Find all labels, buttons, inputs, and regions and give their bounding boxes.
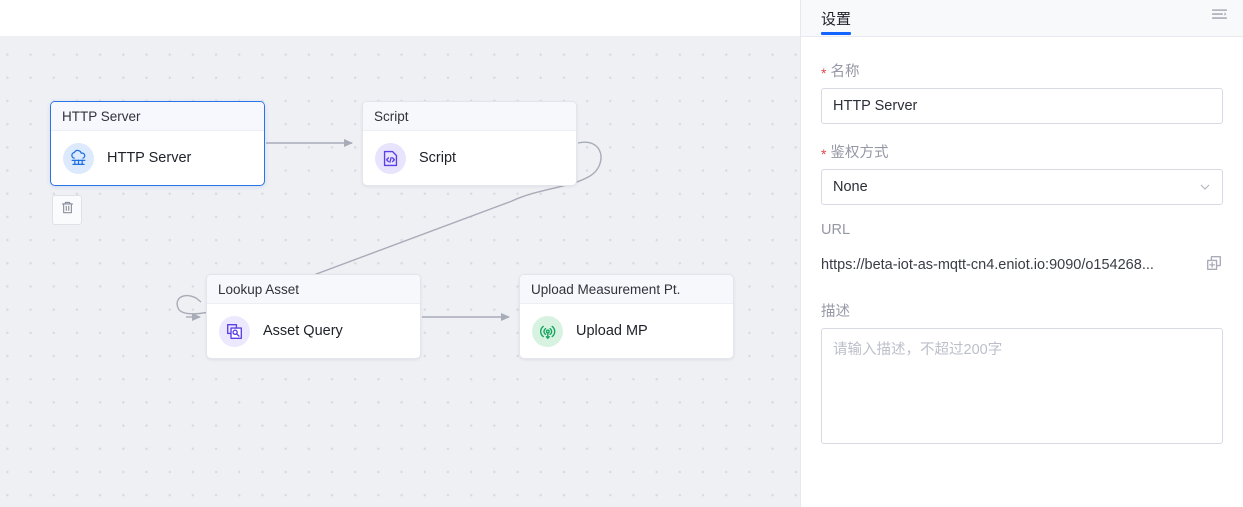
flow-node-label: HTTP Server bbox=[107, 150, 192, 166]
panel-expand-icon bbox=[1210, 6, 1229, 30]
field-description-label: 描述 bbox=[821, 300, 1223, 321]
flow-node-label: Upload MP bbox=[576, 323, 648, 339]
trash-icon bbox=[60, 200, 75, 220]
flow-canvas-area: HTTP Server HTTP Server Script Script Lo… bbox=[0, 0, 800, 507]
flow-node-upload-mp[interactable]: Upload Measurement Pt. Upload MP bbox=[519, 274, 734, 359]
field-auth-method-label: * 鉴权方式 bbox=[821, 141, 1223, 162]
tab-settings-label: 设置 bbox=[821, 10, 852, 28]
flow-node-script[interactable]: Script Script bbox=[362, 101, 577, 186]
flow-node-title: Lookup Asset bbox=[207, 275, 420, 304]
auth-method-select[interactable]: None bbox=[821, 169, 1223, 205]
http-cloud-icon bbox=[63, 142, 94, 174]
delete-node-button[interactable] bbox=[52, 195, 82, 225]
panel-toggle-button[interactable] bbox=[1210, 6, 1229, 30]
field-url-label-text: URL bbox=[821, 222, 851, 238]
chevron-down-icon bbox=[1198, 180, 1212, 194]
flow-node-title: Script bbox=[363, 102, 576, 131]
field-url: URL https://beta-iot-as-mqtt-cn4.eniot.i… bbox=[821, 222, 1223, 278]
field-auth-method-label-text: 鉴权方式 bbox=[830, 145, 889, 161]
asset-query-icon bbox=[219, 315, 250, 347]
field-description-label-text: 描述 bbox=[821, 304, 850, 320]
flow-node-body: Script bbox=[363, 131, 576, 185]
name-input[interactable] bbox=[821, 88, 1223, 124]
flow-node-label: Script bbox=[419, 150, 457, 166]
field-name: * 名称 bbox=[821, 60, 1223, 124]
settings-panel-header: 设置 bbox=[801, 0, 1243, 37]
flow-node-body: Upload MP bbox=[520, 304, 733, 358]
upload-signal-icon bbox=[532, 315, 563, 347]
field-auth-method: * 鉴权方式 None bbox=[821, 141, 1223, 205]
field-name-label-text: 名称 bbox=[830, 64, 860, 80]
settings-panel: 设置 * 名称 HTTP Server * 鉴权方式 None URL http… bbox=[800, 0, 1243, 507]
copy-url-button[interactable] bbox=[1205, 254, 1223, 277]
copy-icon bbox=[1205, 254, 1223, 277]
field-name-label: * 名称 bbox=[821, 60, 1223, 81]
flow-node-http-server[interactable]: HTTP Server HTTP Server bbox=[50, 101, 265, 186]
flow-node-lookup-asset[interactable]: Lookup Asset Asset Query bbox=[206, 274, 421, 359]
code-file-icon bbox=[375, 142, 406, 174]
description-textarea[interactable] bbox=[821, 328, 1223, 444]
required-asterisk: * bbox=[821, 65, 827, 81]
url-value: https://beta-iot-as-mqtt-cn4.eniot.io:90… bbox=[821, 257, 1154, 273]
field-url-label: URL bbox=[821, 222, 1223, 238]
field-description: 描述 bbox=[821, 300, 1223, 449]
flow-node-body: HTTP Server bbox=[51, 131, 264, 185]
url-row: https://beta-iot-as-mqtt-cn4.eniot.io:90… bbox=[821, 252, 1223, 278]
flow-node-title: Upload Measurement Pt. bbox=[520, 275, 733, 304]
flow-canvas[interactable]: HTTP Server HTTP Server Script Script Lo… bbox=[0, 36, 800, 507]
flow-node-title: HTTP Server bbox=[51, 102, 264, 131]
settings-form: * 名称 * 鉴权方式 None bbox=[801, 37, 1243, 449]
tab-settings[interactable]: 设置 bbox=[821, 0, 852, 37]
auth-method-selected-value: None bbox=[833, 179, 868, 195]
flow-editor-app: HTTP Server HTTP Server Script Script Lo… bbox=[0, 0, 1243, 507]
flow-node-label: Asset Query bbox=[263, 323, 343, 339]
required-asterisk: * bbox=[821, 146, 827, 162]
flow-node-body: Asset Query bbox=[207, 304, 420, 358]
